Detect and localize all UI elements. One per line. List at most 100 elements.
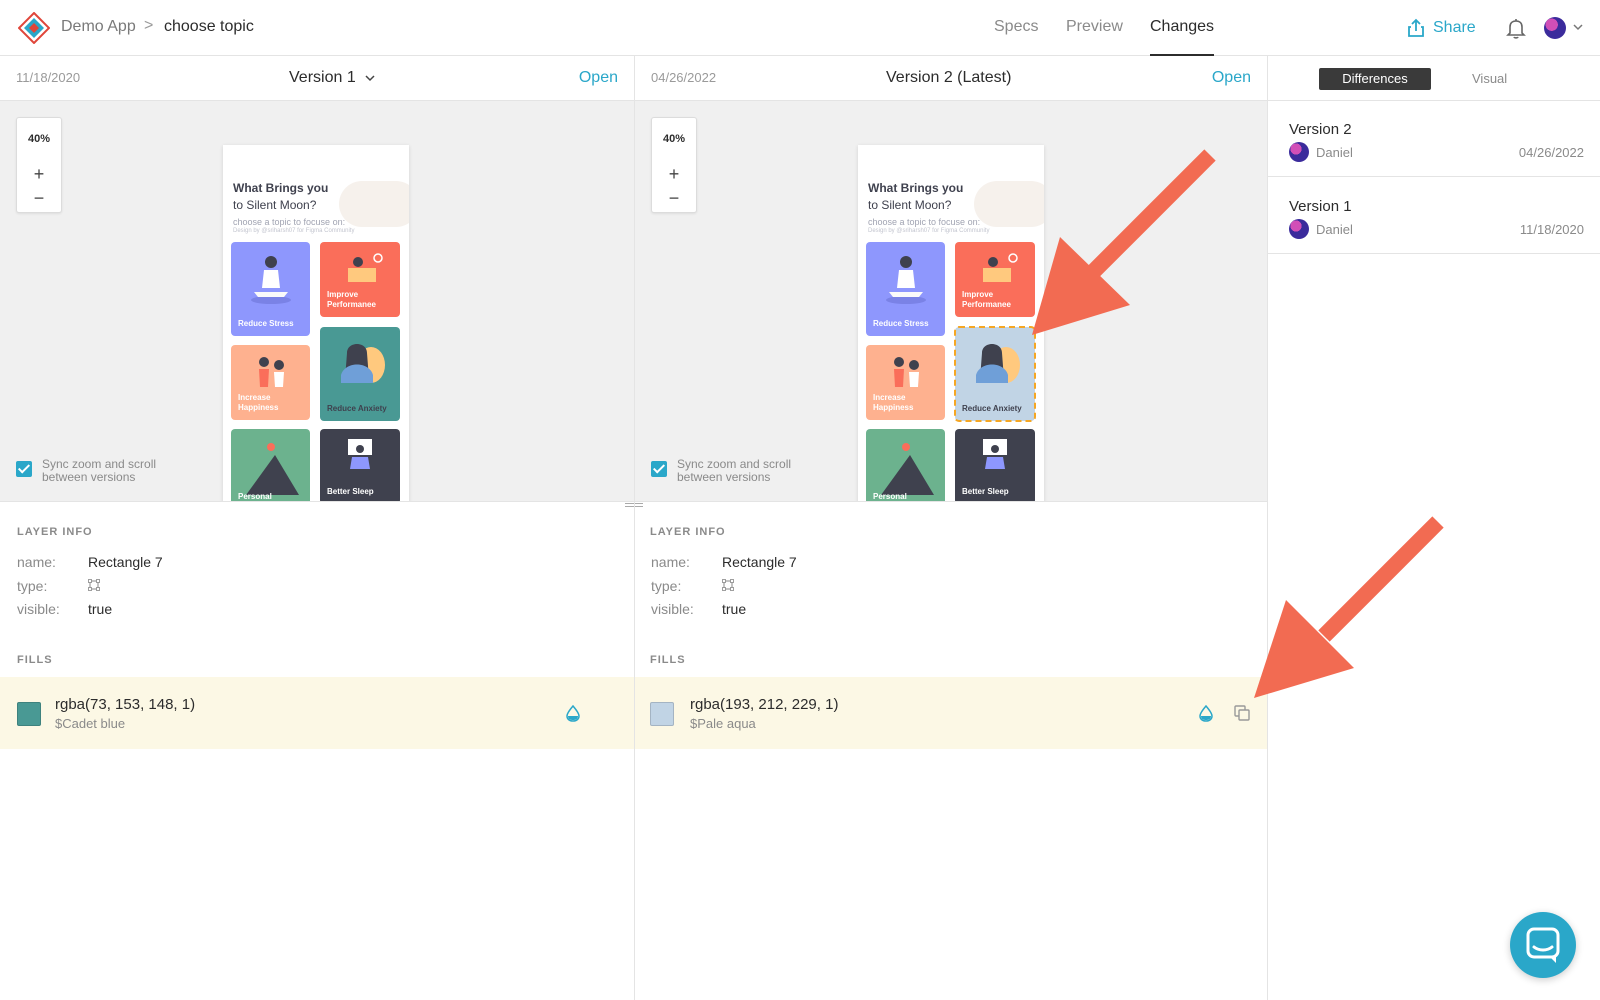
- breadcrumb-app[interactable]: Demo App: [61, 18, 136, 36]
- version-title: Version 2: [1289, 121, 1352, 138]
- decorative-cloud: [339, 181, 409, 227]
- card-improve-performance[interactable]: Improve Performanee: [320, 242, 400, 317]
- fills-title: FILLS: [650, 654, 686, 666]
- card-label: Increase Happiness: [873, 393, 914, 412]
- card-label: Personal: [238, 492, 272, 501]
- sleep-illustration: [348, 439, 372, 469]
- fills-title: FILLS: [17, 654, 53, 666]
- right-fill-row[interactable]: rgba(193, 212, 229, 1) $Pale aqua: [635, 677, 1267, 749]
- tab-changes[interactable]: Changes: [1150, 18, 1214, 36]
- version-divider: [634, 56, 635, 1000]
- name-key: name:: [651, 554, 690, 570]
- zoom-out-button[interactable]: −: [652, 188, 696, 209]
- chevron-down-icon[interactable]: [1572, 21, 1584, 33]
- version-title: Version 1: [1289, 198, 1352, 215]
- people-illustration: [893, 357, 919, 387]
- sync-label: Sync zoom and scroll between versions: [677, 457, 792, 484]
- color-drop-icon[interactable]: [1198, 704, 1214, 722]
- card-personal[interactable]: Personal: [866, 429, 945, 501]
- version-date: 04/26/2022: [1518, 145, 1584, 160]
- right-open-link[interactable]: Open: [1212, 69, 1251, 87]
- mountain-illustration: [880, 443, 934, 495]
- desk-illustration: [983, 253, 1018, 282]
- fill-token-name: $Pale aqua: [690, 716, 756, 731]
- mockup-title: What Brings you: [868, 181, 964, 195]
- left-fill-row[interactable]: rgba(73, 153, 148, 1) $Cadet blue: [0, 677, 634, 749]
- left-canvas[interactable]: 40% + − Sync zoom and scroll between ver…: [0, 101, 634, 501]
- layer-name-value: Rectangle 7: [88, 554, 163, 570]
- fill-rgba-value: rgba(73, 153, 148, 1): [55, 696, 196, 713]
- rectangle-type-icon: [722, 579, 734, 591]
- version-list-item[interactable]: Version 2 Daniel 04/26/2022: [1268, 101, 1600, 177]
- type-key: type:: [651, 578, 682, 594]
- card-label: Increase Happiness: [238, 393, 279, 412]
- visible-value: true: [88, 601, 113, 617]
- mockup-credit: Design by @sriharsh07 for Figma Communit…: [868, 228, 990, 234]
- fill-rgba-value: rgba(193, 212, 229, 1): [690, 696, 839, 713]
- share-label: Share: [1433, 19, 1476, 36]
- design-mockup[interactable]: What Brings you to Silent Moon? choose a…: [223, 145, 409, 501]
- layer-name-value: Rectangle 7: [722, 554, 797, 570]
- color-drop-icon[interactable]: [565, 704, 581, 722]
- version-list-item[interactable]: Version 1 Daniel 11/18/2020: [1268, 178, 1600, 254]
- version-name: Version 1: [289, 69, 356, 86]
- mountain-illustration: [245, 443, 299, 495]
- meditation-illustration: [885, 256, 926, 304]
- people-illustration: [258, 357, 284, 387]
- left-open-link[interactable]: Open: [579, 69, 618, 87]
- visible-key: visible:: [651, 601, 694, 617]
- zoom-control: 40% + −: [16, 117, 62, 213]
- card-label: Reduce Anxiety: [962, 404, 1022, 413]
- desk-illustration: [348, 253, 383, 282]
- share-icon: [1408, 18, 1424, 37]
- mockup-title-line2: to Silent Moon?: [868, 198, 952, 212]
- zoom-out-button[interactable]: −: [17, 188, 61, 209]
- version-date: 11/18/2020: [1519, 222, 1584, 237]
- card-label: Better Sleep: [327, 487, 374, 496]
- card-label: Reduce Stress: [873, 319, 929, 328]
- card-increase-happiness[interactable]: Increase Happiness: [866, 345, 945, 420]
- sync-zoom-option[interactable]: Sync zoom and scroll between versions: [16, 458, 182, 484]
- card-better-sleep[interactable]: Better Sleep: [955, 429, 1035, 501]
- card-better-sleep[interactable]: Better Sleep: [320, 429, 400, 501]
- sleep-illustration: [983, 439, 1007, 469]
- design-mockup[interactable]: What Brings you to Silent Moon? choose a…: [858, 145, 1044, 501]
- card-increase-happiness[interactable]: Increase Happiness: [231, 345, 310, 420]
- version-name: Version 2 (Latest): [886, 69, 1012, 86]
- mockup-title: What Brings you: [233, 181, 329, 195]
- tab-preview[interactable]: Preview: [1066, 18, 1123, 36]
- mockup-title-line2: to Silent Moon?: [233, 198, 317, 212]
- zoom-in-button[interactable]: +: [652, 164, 696, 185]
- card-personal[interactable]: Personal: [231, 429, 310, 501]
- layer-info-title: LAYER INFO: [17, 526, 93, 538]
- copy-icon[interactable]: [1233, 704, 1251, 722]
- woman-illustration: [341, 344, 385, 383]
- app-logo-icon[interactable]: [18, 12, 50, 44]
- version-selector[interactable]: Version 1: [289, 69, 376, 87]
- zoom-in-button[interactable]: +: [17, 164, 61, 185]
- notifications-bell-icon[interactable]: [1504, 16, 1528, 40]
- card-reduce-anxiety[interactable]: Reduce Anxiety: [320, 327, 400, 421]
- author-avatar: [1289, 142, 1309, 162]
- breadcrumb-page[interactable]: choose topic: [164, 18, 254, 36]
- card-reduce-stress[interactable]: Reduce Stress: [231, 242, 310, 336]
- fill-swatch: [650, 702, 674, 726]
- sync-checkbox[interactable]: [16, 461, 32, 477]
- card-reduce-stress[interactable]: Reduce Stress: [866, 242, 945, 336]
- tab-differences[interactable]: Differences: [1319, 68, 1431, 90]
- card-label: Better Sleep: [962, 487, 1009, 496]
- tab-visual[interactable]: Visual: [1472, 71, 1507, 86]
- chevron-down-icon: [365, 75, 375, 82]
- sidebar-tabs: Differences Visual: [1268, 56, 1600, 101]
- share-button[interactable]: Share: [1407, 16, 1476, 40]
- user-avatar[interactable]: [1544, 17, 1566, 39]
- type-key: type:: [17, 578, 48, 594]
- version-author: Daniel: [1316, 145, 1353, 160]
- right-version-header: 04/26/2022 Version 2 (Latest) Open: [635, 56, 1267, 101]
- sync-zoom-option[interactable]: Sync zoom and scroll between versions: [651, 458, 817, 484]
- meditation-illustration: [250, 256, 291, 304]
- sync-checkbox[interactable]: [651, 461, 667, 477]
- chat-launcher-button[interactable]: [1510, 912, 1576, 978]
- tab-specs[interactable]: Specs: [994, 18, 1038, 36]
- card-label: Reduce Anxiety: [327, 404, 387, 413]
